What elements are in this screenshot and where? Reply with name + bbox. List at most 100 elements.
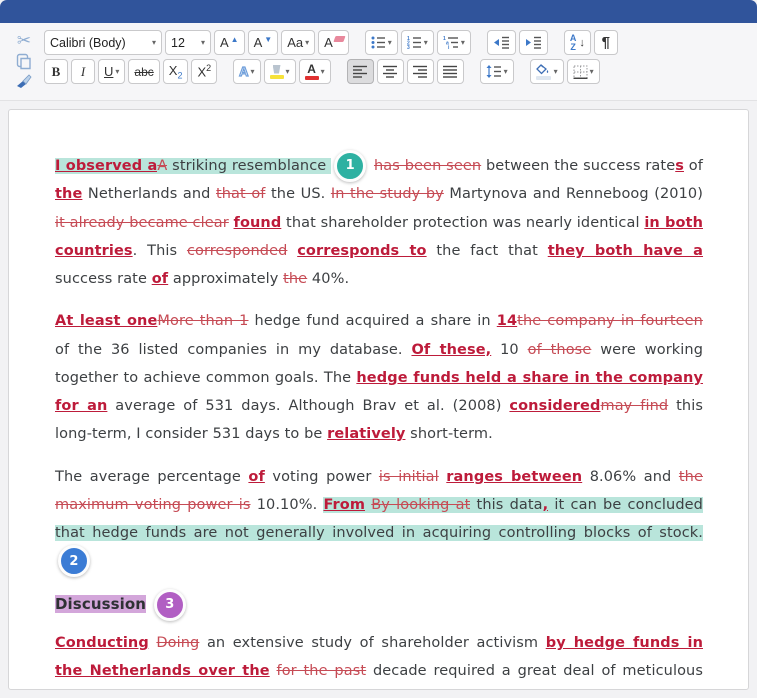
font-size-select[interactable]: 12 ▾ xyxy=(165,30,211,55)
sort-az-icon: A Z xyxy=(569,32,577,52)
text-run: 8.06% and xyxy=(582,468,679,485)
comment-badge-3[interactable]: 3 xyxy=(153,588,186,621)
text-run: ranges between xyxy=(446,468,583,485)
text-run: 40%. xyxy=(307,271,350,288)
chevron-down-icon: ▾ xyxy=(503,66,508,76)
paste-icon[interactable] xyxy=(14,51,34,71)
align-right-icon xyxy=(412,65,427,78)
text-run: may find xyxy=(600,398,669,415)
strikethrough-label: abc xyxy=(134,64,154,79)
text-run: of xyxy=(151,271,169,288)
text-run: of xyxy=(683,158,703,174)
text-run: At least one xyxy=(55,313,158,330)
superscript-button[interactable]: X2 xyxy=(191,59,218,84)
paragraph-1: I observed aA striking resemblance 1 has… xyxy=(55,150,704,293)
text-run: found xyxy=(233,214,282,231)
font-name-select[interactable]: Calibri (Body) ▾ xyxy=(44,30,162,55)
chevron-down-icon: ▾ xyxy=(151,37,156,47)
list-group: ▾ 1 2 3 ▾ 1 a i ▾ xyxy=(364,30,471,55)
change-case-label: Aa xyxy=(287,35,304,50)
arrow-down-icon: ↓ xyxy=(579,36,585,49)
comment-badge-1[interactable]: 1 xyxy=(334,150,367,182)
comment-badge-2[interactable]: 2 xyxy=(58,545,90,578)
triangle-up-icon: ▲ xyxy=(230,34,239,44)
increase-indent-button[interactable] xyxy=(518,30,548,55)
shading-button[interactable]: ▾ xyxy=(529,59,564,84)
text-run: corresponded xyxy=(186,242,288,259)
text-run: A xyxy=(157,158,168,174)
text-run: striking resemblance xyxy=(167,158,332,174)
grow-font-label: A xyxy=(220,35,229,50)
sort-button[interactable]: A Z ↓ xyxy=(563,30,591,55)
justify-button[interactable] xyxy=(436,59,464,84)
borders-icon xyxy=(573,65,588,79)
clear-formatting-button[interactable]: A xyxy=(318,30,349,55)
text-run: 10 xyxy=(491,341,528,358)
strikethrough-button[interactable]: abc xyxy=(128,59,160,84)
text-run: In the study by xyxy=(330,186,444,203)
text-effects-button[interactable]: A ▾ xyxy=(233,59,261,84)
bullet-list-button[interactable]: ▾ xyxy=(364,30,398,55)
text-run: of the 36 listed companies in my databas… xyxy=(55,341,412,358)
text-run: approximately xyxy=(168,271,284,288)
text-run: is initial xyxy=(378,468,439,485)
decrease-indent-button[interactable] xyxy=(486,30,516,55)
numbered-list-button[interactable]: 1 2 3 ▾ xyxy=(400,30,434,55)
subscript-button[interactable]: X2 xyxy=(162,59,189,84)
shrink-font-button[interactable]: A ▼ xyxy=(247,30,279,55)
line-spacing-button[interactable]: ▾ xyxy=(479,59,514,84)
text-run: between the success rate xyxy=(481,158,676,174)
spacing-group: ▾ xyxy=(479,59,514,84)
font-color-button[interactable]: A ▾ xyxy=(298,59,331,84)
font-name-value: Calibri (Body) xyxy=(50,35,126,50)
bold-label: B xyxy=(51,63,61,79)
svg-text:i: i xyxy=(448,45,450,49)
text-run: corresponds to xyxy=(297,242,427,259)
paragraph-3: The average percentage of voting power i… xyxy=(55,463,703,578)
align-left-button[interactable] xyxy=(346,59,374,84)
paragraph-2: At least oneMore than 1 hedge fund acqui… xyxy=(55,307,703,448)
document-body[interactable]: I observed aA striking resemblance 1 has… xyxy=(8,109,749,690)
borders-button[interactable]: ▾ xyxy=(566,59,600,84)
toolbar-rows: Calibri (Body) ▾ 12 ▾ A ▲ A ▼ Aa ▾ A ▾ 1… xyxy=(44,30,749,92)
shrink-font-label: A xyxy=(253,35,263,50)
underline-button[interactable]: U ▾ xyxy=(98,59,126,84)
format-painter-icon[interactable] xyxy=(14,71,34,91)
multilevel-list-button[interactable]: 1 a i ▾ xyxy=(436,30,471,55)
bold-button[interactable]: B xyxy=(44,59,68,84)
chevron-down-icon: ▾ xyxy=(305,37,310,47)
text-run: the US. xyxy=(265,186,331,203)
chevron-down-icon: ▾ xyxy=(423,37,428,47)
text-run: of those xyxy=(527,341,592,358)
chevron-down-icon: ▾ xyxy=(460,37,465,47)
numbered-list-icon: 1 2 3 xyxy=(407,36,421,49)
text-run: Doing xyxy=(156,634,200,651)
text-run: the company in fourteen xyxy=(517,313,703,330)
paint-bucket-icon xyxy=(535,63,552,80)
align-center-button[interactable] xyxy=(376,59,404,84)
text-run: Martynova and Renneboog (2010) xyxy=(443,186,704,203)
show-paragraph-marks-button[interactable]: ¶ xyxy=(593,30,618,55)
text-run: they both have a xyxy=(547,242,704,259)
grow-font-button[interactable]: A ▲ xyxy=(214,30,245,55)
text-run: of xyxy=(248,468,265,485)
font-color-icon: A xyxy=(304,63,319,80)
cut-icon[interactable]: ✂ xyxy=(14,31,34,51)
highlight-color-button[interactable]: ▾ xyxy=(263,59,296,84)
text-run: More than 1 xyxy=(157,313,249,330)
change-case-button[interactable]: Aa ▾ xyxy=(281,30,316,55)
italic-button[interactable]: I xyxy=(71,59,95,84)
toolbar-row-2: B I U ▾ abc X2 X2 A ▾ ▾ A ▾ ▾ ▾ ▾ xyxy=(44,59,749,84)
text-run: considered xyxy=(509,398,601,415)
text-run: 14 xyxy=(496,313,518,330)
sort-para-group: A Z ↓ ¶ xyxy=(563,30,618,55)
chevron-down-icon: ▾ xyxy=(589,66,594,76)
text-run: voting power xyxy=(264,468,379,485)
align-left-icon xyxy=(352,65,367,78)
text-run: Conducting xyxy=(55,634,149,651)
chevron-down-icon: ▾ xyxy=(553,66,558,76)
text-run xyxy=(287,243,297,259)
triangle-down-icon: ▼ xyxy=(264,34,273,44)
paragraph-5: Conducting Doing an extensive study of s… xyxy=(55,629,703,689)
align-right-button[interactable] xyxy=(406,59,434,84)
